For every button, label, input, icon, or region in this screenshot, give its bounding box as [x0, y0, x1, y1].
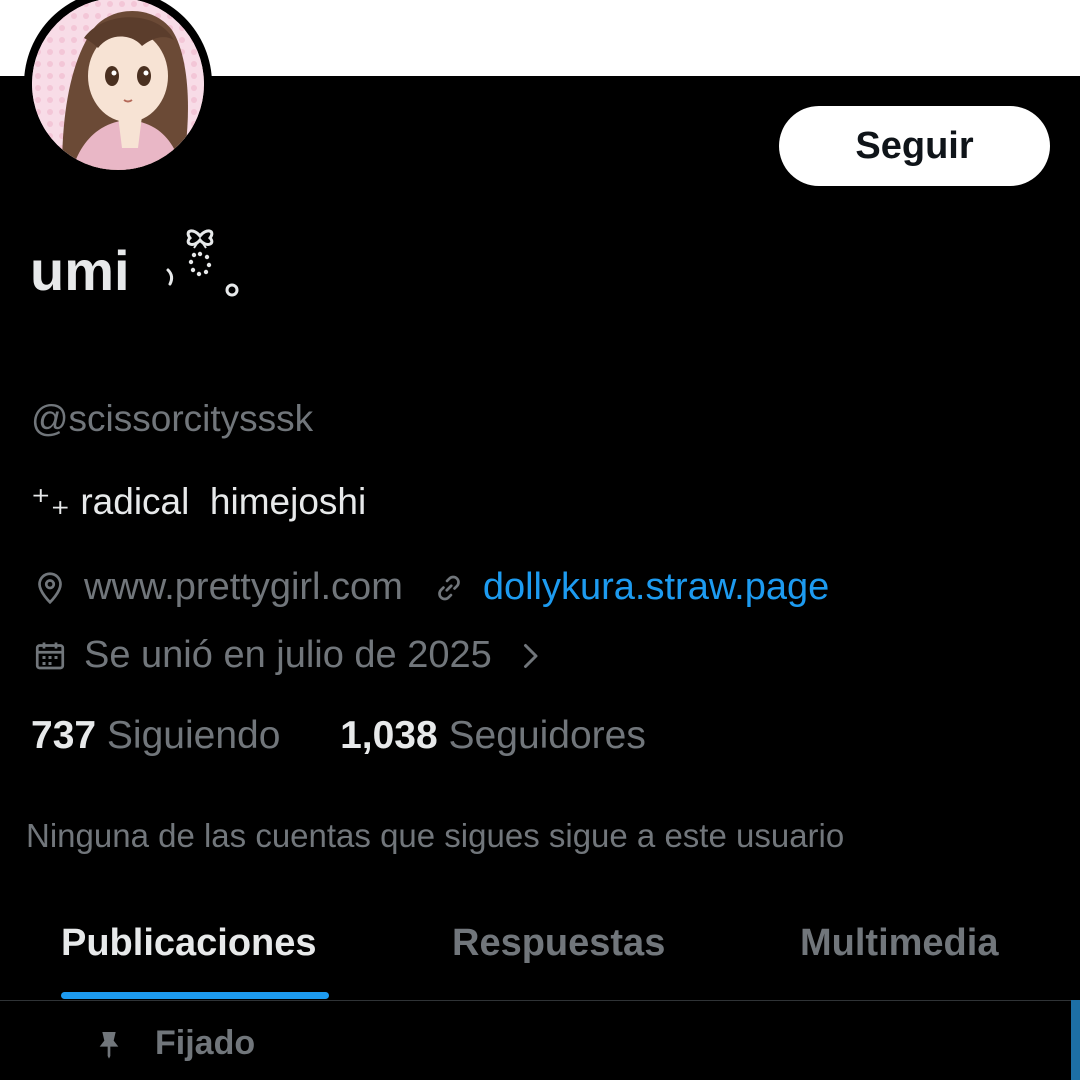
profile-website-link[interactable]: dollykura.straw.page — [483, 566, 829, 609]
profile-page: Seguir umi @scissorcitysssk ⁺₊ radical h… — [0, 0, 1080, 1080]
profile-meta-row: www.prettygirl.com dollykura.straw.page — [32, 566, 829, 609]
link-icon — [438, 575, 460, 600]
profile-location: www.prettygirl.com — [84, 566, 403, 608]
bio-sparkle-prefix: ⁺₊ — [31, 481, 71, 522]
profile-tabs: Publicaciones Respuestas Multimedia — [0, 890, 1080, 1001]
pinned-post-header: Fijado — [93, 1024, 255, 1063]
following-label: Siguiendo — [106, 714, 281, 757]
profile-bio: ⁺₊ radical himejoshi — [31, 480, 366, 523]
following-link[interactable]: 737 Siguiendo — [31, 714, 280, 757]
avatar-image — [32, 0, 204, 170]
follow-button[interactable]: Seguir — [779, 106, 1050, 186]
active-tab-indicator — [61, 992, 329, 999]
pinned-post-edge — [1071, 1000, 1080, 1080]
pinned-label: Fijado — [155, 1024, 256, 1062]
profile-joined-row[interactable]: Se unió en julio de 2025 — [32, 634, 548, 677]
mutual-followers-note: Ninguna de las cuentas que sigues sigue … — [26, 817, 845, 854]
calendar-icon — [35, 642, 65, 669]
tab-publicaciones[interactable]: Publicaciones — [61, 922, 317, 965]
tab-multimedia[interactable]: Multimedia — [800, 922, 998, 965]
name-decoration-icon — [166, 229, 239, 297]
tabs-divider — [0, 1000, 1080, 1001]
followers-link[interactable]: 1,038 Seguidores — [340, 714, 646, 757]
tab-respuestas[interactable]: Respuestas — [452, 922, 665, 965]
followers-label: Seguidores — [448, 714, 646, 757]
profile-joined-date: Se unió en julio de 2025 — [84, 634, 492, 676]
pin-icon — [99, 1031, 119, 1059]
profile-handle: @scissorcitysssk — [31, 398, 314, 439]
profile-stats: 737 Siguiendo 1,038 Seguidores — [31, 714, 646, 758]
following-count: 737 — [31, 714, 97, 757]
bio-text: radical himejoshi — [80, 481, 367, 522]
avatar[interactable] — [24, 0, 212, 178]
location-pin-icon — [38, 571, 62, 604]
display-name: umi — [30, 239, 130, 302]
followers-count: 1,038 — [340, 714, 438, 757]
chevron-right-icon[interactable] — [512, 638, 548, 674]
